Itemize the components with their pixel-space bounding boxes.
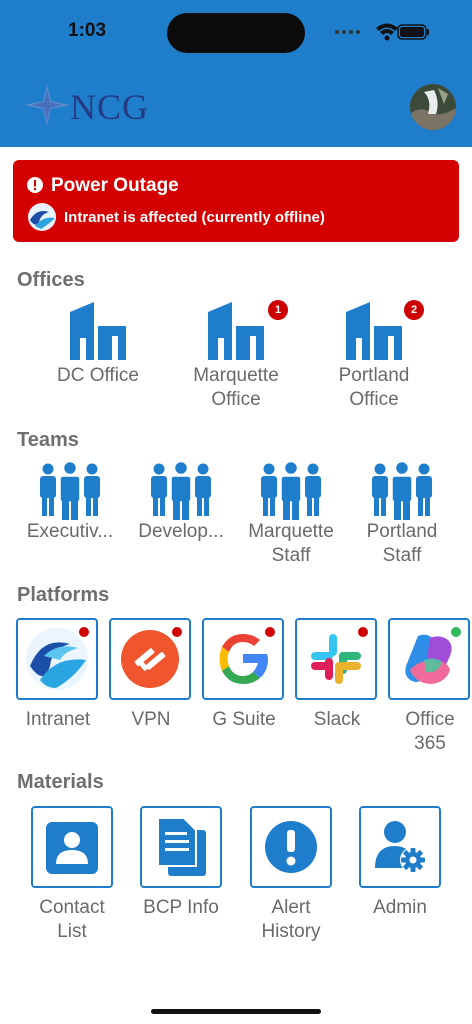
building-icon [208, 302, 264, 360]
dynamic-island [167, 13, 305, 53]
documents-icon [157, 817, 206, 876]
office-label: DC Office [56, 365, 139, 386]
battery-icon [397, 24, 429, 40]
office-label-line2: Office [211, 389, 261, 410]
offices-section-title: Offices [17, 269, 85, 291]
material-tile-bcp-info[interactable]: BCP Info [134, 806, 228, 946]
alert-message: Intranet is affected (currently offline) [64, 209, 325, 226]
ncg-logo-text: NCG [70, 87, 150, 127]
office-tile-marquette[interactable]: 1 Marquette Office [176, 300, 296, 420]
platform-label: G Suite [212, 709, 276, 730]
platform-icon-box [202, 618, 284, 700]
people-group-icon [261, 462, 321, 520]
status-dot [79, 627, 89, 637]
platform-label: VPN [131, 709, 171, 730]
team-label-line1: Portland [366, 521, 438, 542]
cellular-signal-icon [335, 30, 360, 34]
power-outage-alert-banner[interactable]: Power Outage Intranet is affected (curre… [13, 160, 459, 242]
platform-icon-box [388, 618, 470, 700]
building-icon [346, 302, 402, 360]
ncg-star-logo-icon [24, 84, 70, 126]
status-dot [265, 627, 275, 637]
avatar-photo-icon [410, 84, 456, 130]
contact-list-icon [46, 822, 98, 874]
notification-badge: 1 [268, 300, 288, 320]
team-label-line2: Staff [382, 545, 422, 566]
teams-section-title: Teams [17, 429, 79, 451]
platform-tile-vpn[interactable]: VPN [109, 618, 193, 758]
platform-icon-box [295, 618, 377, 700]
wifi-icon [376, 23, 398, 41]
status-icons [335, 23, 429, 41]
alert-history-icon [265, 821, 317, 873]
platform-tile-intranet[interactable]: Intranet [16, 618, 100, 758]
admin-gear-icon [375, 821, 426, 873]
notification-badge: 2 [404, 300, 424, 320]
material-icon-box [140, 806, 222, 888]
platforms-section-title: Platforms [17, 584, 110, 606]
material-label: Admin [373, 897, 427, 918]
platform-label-line1: Office [405, 709, 455, 730]
slack-icon [311, 634, 361, 684]
material-label-line2: History [261, 921, 321, 942]
material-icon-box [250, 806, 332, 888]
office-label-line2: Office [349, 389, 399, 410]
vpn-icon [121, 630, 179, 688]
team-label: Executiv... [26, 521, 114, 542]
intranet-wave-icon [28, 203, 56, 231]
platform-icon-box [109, 618, 191, 700]
material-icon-box [359, 806, 441, 888]
app-header: 1:03 NCG [0, 0, 472, 147]
material-icon-box [31, 806, 113, 888]
materials-section-title: Materials [17, 771, 104, 793]
platform-tile-office365[interactable]: Office 365 [388, 618, 472, 758]
office-label-line1: Marquette [193, 365, 279, 386]
people-group-icon [372, 462, 432, 520]
platform-label-line2: 365 [414, 733, 446, 754]
team-tile-portland-staff[interactable]: Portland Staff [346, 460, 458, 570]
people-group-icon [151, 462, 211, 520]
home-indicator[interactable] [151, 1009, 321, 1014]
material-label-line1: Alert [271, 897, 311, 918]
material-label: BCP Info [143, 897, 219, 918]
team-tile-executive[interactable]: Executiv... [14, 460, 126, 570]
user-avatar[interactable] [410, 84, 456, 130]
team-tile-marquette-staff[interactable]: Marquette Staff [235, 460, 347, 570]
platform-tile-slack[interactable]: Slack [295, 618, 379, 758]
exclamation-circle-icon [27, 177, 43, 193]
platform-label: Slack [313, 709, 361, 730]
platform-icon-box [16, 618, 98, 700]
material-tile-alert-history[interactable]: Alert History [244, 806, 338, 946]
platform-label: Intranet [25, 709, 91, 730]
team-label-line2: Staff [271, 545, 311, 566]
office-365-icon [405, 634, 452, 684]
team-label: Develop... [138, 521, 224, 542]
status-dot [451, 627, 461, 637]
status-dot [358, 627, 368, 637]
team-label-line1: Marquette [248, 521, 334, 542]
material-tile-contact-list[interactable]: Contact List [25, 806, 119, 946]
material-label-line2: List [57, 921, 87, 942]
people-group-icon [40, 462, 100, 520]
google-icon [219, 634, 268, 684]
office-tile-dc[interactable]: DC Office [38, 300, 158, 420]
material-label-line1: Contact [39, 897, 105, 918]
status-time: 1:03 [68, 20, 107, 41]
material-tile-admin[interactable]: Admin [353, 806, 447, 946]
platform-tile-gsuite[interactable]: G Suite [202, 618, 286, 758]
building-icon [70, 302, 126, 360]
status-dot [172, 627, 182, 637]
team-tile-developers[interactable]: Develop... [125, 460, 237, 570]
alert-title: Power Outage [51, 175, 179, 196]
office-tile-portland[interactable]: 2 Portland Office [314, 300, 434, 420]
office-label-line1: Portland [338, 365, 410, 386]
